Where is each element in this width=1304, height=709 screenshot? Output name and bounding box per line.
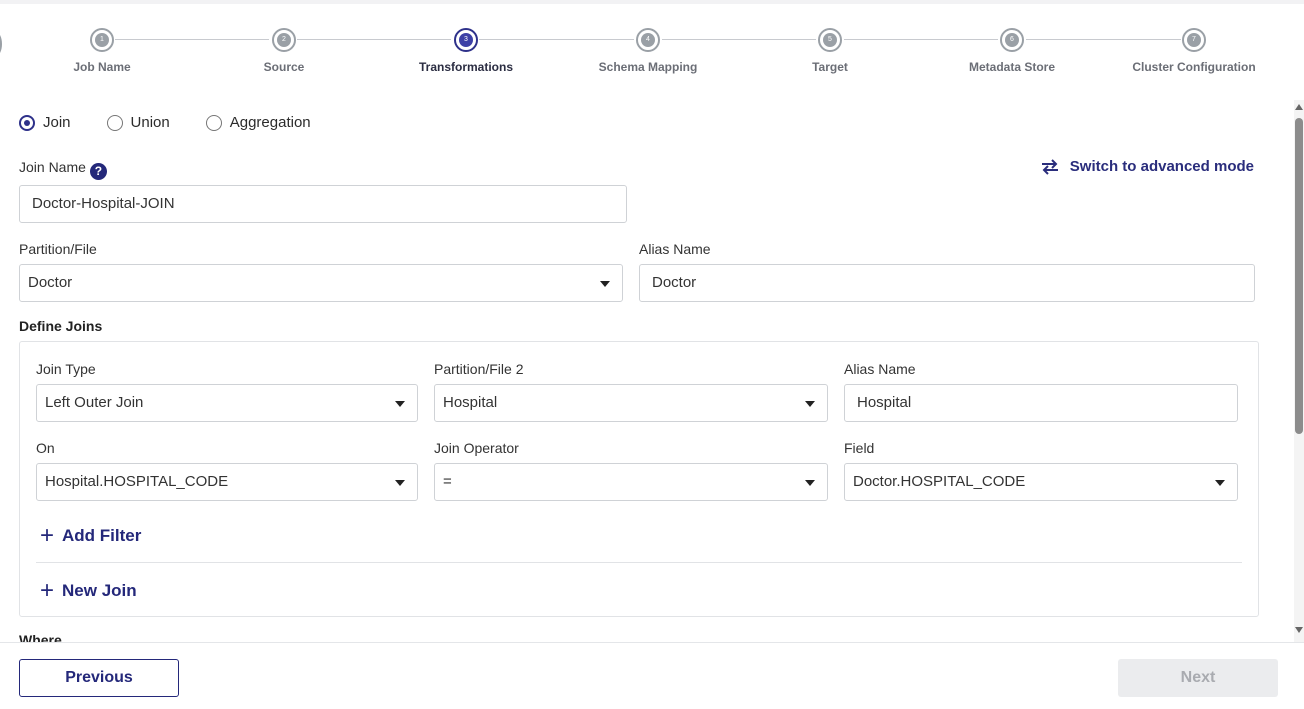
radio-button[interactable] xyxy=(106,114,123,131)
step-metadata-store[interactable]: 6 Metadata Store xyxy=(912,28,1112,74)
define-joins-title: Define Joins xyxy=(19,318,103,334)
join-operator-select[interactable]: = xyxy=(434,463,828,501)
field-value: Doctor.HOSPITAL_CODE xyxy=(853,473,1026,490)
radio-union[interactable]: Union xyxy=(106,114,170,131)
step-label: Schema Mapping xyxy=(598,60,698,74)
step-circle: 5 xyxy=(818,28,842,52)
define-joins-panel: Join Type Partition/File 2 Alias Name Le… xyxy=(19,341,1259,617)
chevron-down-icon xyxy=(805,401,815,407)
new-join-label: New Join xyxy=(62,581,137,600)
step-circle: 1 xyxy=(90,28,114,52)
step-number: 3 xyxy=(459,33,473,47)
transform-type-radio-group: Join Union Aggregation xyxy=(19,114,347,131)
join-name-input[interactable]: Doctor-Hospital-JOIN xyxy=(19,185,627,223)
step-number: 2 xyxy=(277,33,291,47)
join-name-label: Join Name? xyxy=(19,159,107,180)
radio-label: Union xyxy=(130,114,170,131)
join-operator-value: = xyxy=(443,473,452,490)
step-transformations[interactable]: 3 Transformations xyxy=(366,28,566,74)
join-type-value: Left Outer Join xyxy=(45,394,144,411)
plus-icon: + xyxy=(40,577,55,604)
join-type-select[interactable]: Left Outer Join xyxy=(36,384,418,422)
chevron-down-icon xyxy=(1215,480,1225,486)
step-job-name[interactable]: 1 Job Name xyxy=(2,28,202,74)
form-content: Join Union Aggregation Join Name? Switch… xyxy=(0,100,1294,642)
add-filter-button[interactable]: + Add Filter xyxy=(40,524,141,548)
partition2-label: Partition/File 2 xyxy=(434,361,524,377)
join-name-label-text: Join Name xyxy=(19,159,86,175)
step-label: Metadata Store xyxy=(968,60,1056,74)
wizard-stepper: 1 Job Name 2 Source 3 Transformations 4 … xyxy=(0,4,1304,94)
partition2-select[interactable]: Hospital xyxy=(434,384,828,422)
partition-select-value: Doctor xyxy=(28,274,73,291)
radio-join[interactable]: Join xyxy=(19,114,71,131)
field-label: Field xyxy=(844,440,875,456)
field-select[interactable]: Doctor.HOSPITAL_CODE xyxy=(844,463,1238,501)
join-operator-label: Join Operator xyxy=(434,440,519,456)
new-join-button[interactable]: + New Join xyxy=(40,579,137,603)
step-number: 5 xyxy=(823,33,837,47)
on-value: Hospital.HOSPITAL_CODE xyxy=(45,473,229,490)
alias-input[interactable]: Doctor xyxy=(639,264,1255,302)
previous-button[interactable]: Previous xyxy=(19,659,179,697)
switch-advanced-mode-link[interactable]: Switch to advanced mode xyxy=(1040,158,1254,175)
plus-icon: + xyxy=(40,522,55,549)
swap-arrows-icon xyxy=(1041,158,1058,175)
chevron-down-icon xyxy=(395,401,405,407)
alias2-label: Alias Name xyxy=(844,361,916,377)
advanced-mode-label: Switch to advanced mode xyxy=(1069,158,1254,175)
add-filter-label: Add Filter xyxy=(62,526,142,545)
step-number: 4 xyxy=(641,33,655,47)
radio-button[interactable] xyxy=(19,114,35,131)
chevron-down-icon xyxy=(600,281,610,287)
divider xyxy=(36,562,1242,563)
step-circle: 7 xyxy=(1182,28,1206,52)
join-type-label: Join Type xyxy=(36,361,96,377)
step-schema-mapping[interactable]: 4 Schema Mapping xyxy=(548,28,748,74)
radio-label: Join xyxy=(43,114,71,131)
partition-select[interactable]: Doctor xyxy=(19,264,623,302)
scroll-down-arrow-icon[interactable] xyxy=(1295,627,1303,633)
partition-label: Partition/File xyxy=(19,241,97,257)
step-cluster-configuration[interactable]: 7 Cluster Configuration xyxy=(1094,28,1294,74)
radio-button[interactable] xyxy=(205,114,222,131)
step-circle: 6 xyxy=(1000,28,1024,52)
radio-aggregation[interactable]: Aggregation xyxy=(205,114,311,131)
step-circle: 2 xyxy=(272,28,296,52)
chevron-down-icon xyxy=(395,480,405,486)
step-label: Target xyxy=(812,60,848,74)
step-number: 7 xyxy=(1187,33,1201,47)
step-label: Transformations xyxy=(418,60,514,74)
step-circle: 3 xyxy=(454,28,478,52)
step-circle: 4 xyxy=(636,28,660,52)
help-icon[interactable]: ? xyxy=(89,163,107,180)
footer-bar: Previous Next xyxy=(0,642,1304,709)
step-target[interactable]: 5 Target xyxy=(730,28,930,74)
on-label: On xyxy=(36,440,55,456)
chevron-down-icon xyxy=(805,480,815,486)
step-label: Source xyxy=(263,60,305,74)
alias2-input[interactable]: Hospital xyxy=(844,384,1238,422)
radio-label: Aggregation xyxy=(229,114,311,131)
step-label: Job Name xyxy=(73,60,131,74)
step-label: Cluster Configuration xyxy=(1132,60,1256,74)
vertical-scrollbar[interactable] xyxy=(1294,100,1304,642)
step-source[interactable]: 2 Source xyxy=(184,28,384,74)
alias-label: Alias Name xyxy=(639,241,711,257)
step-number: 1 xyxy=(95,33,109,47)
where-section-title: Where xyxy=(19,632,62,642)
next-button[interactable]: Next xyxy=(1118,659,1278,697)
step-number: 6 xyxy=(1005,33,1019,47)
on-select[interactable]: Hospital.HOSPITAL_CODE xyxy=(36,463,418,501)
scroll-up-arrow-icon[interactable] xyxy=(1295,104,1303,110)
partition2-value: Hospital xyxy=(443,394,498,411)
scrollbar-thumb[interactable] xyxy=(1295,118,1303,434)
